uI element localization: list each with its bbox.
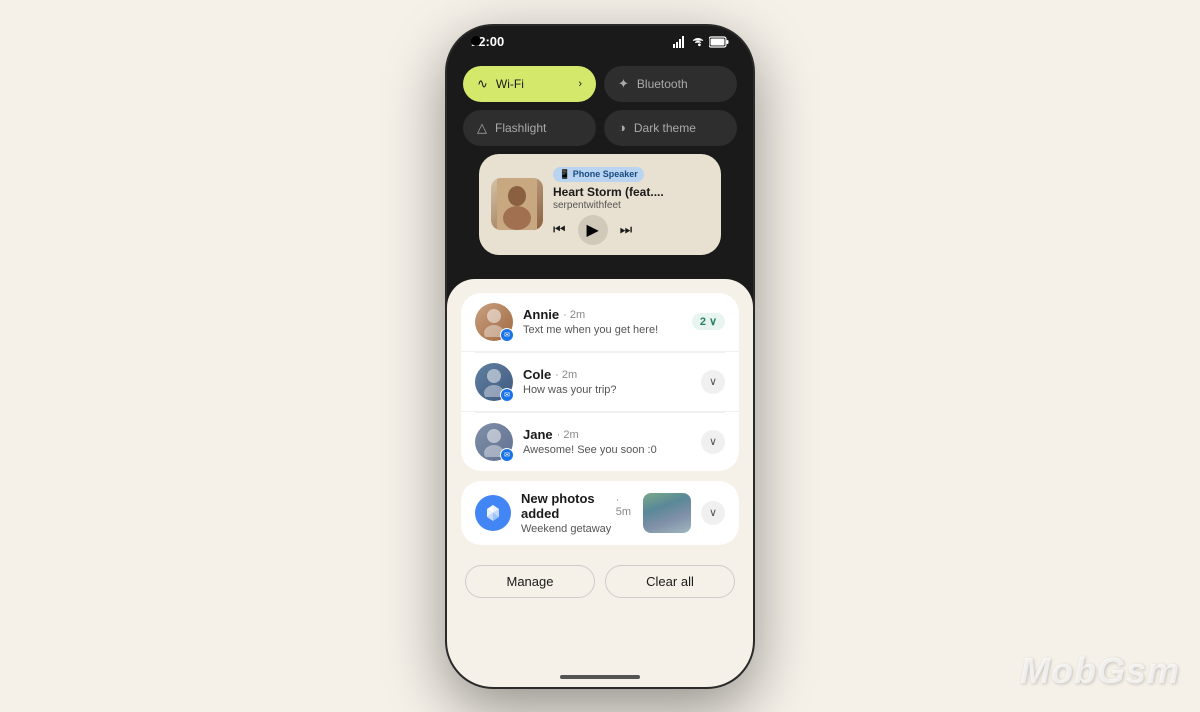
- jane-app-badge: ✉: [500, 448, 514, 462]
- annie-message: Text me when you get here!: [523, 324, 682, 336]
- photos-thumbnail: [643, 493, 691, 533]
- clear-all-button[interactable]: Clear all: [605, 565, 735, 598]
- bluetooth-tile-label: Bluetooth: [637, 77, 688, 91]
- wifi-tile-icon: ∿: [477, 76, 488, 92]
- jane-expand-button[interactable]: ∨: [701, 430, 725, 454]
- cole-message: How was your trip?: [523, 384, 691, 396]
- cole-name: Cole: [523, 367, 551, 382]
- annie-badge-chevron: ∨: [709, 315, 717, 328]
- camera-hole: [471, 36, 481, 46]
- jane-time: · 2m: [557, 429, 579, 441]
- watermark: MobGsm: [1020, 650, 1180, 692]
- cole-expand-button[interactable]: ∨: [701, 370, 725, 394]
- avatar-cole: ✉: [475, 363, 513, 401]
- photos-notif-content: New photos added · 5m Weekend getaway: [521, 491, 633, 535]
- notification-shade: ✉ Annie · 2m Text me when you get here! …: [447, 279, 753, 687]
- wifi-tile-chevron: ›: [578, 78, 582, 90]
- media-controls: ⏮ ▶ ⏭: [553, 215, 709, 245]
- jane-message: Awesome! See you soon :0: [523, 444, 691, 456]
- notification-annie[interactable]: ✉ Annie · 2m Text me when you get here! …: [461, 293, 739, 352]
- media-album-art: [491, 178, 543, 230]
- jane-badge-icon: ✉: [504, 451, 510, 459]
- album-art-svg: [497, 178, 537, 230]
- photos-notification[interactable]: New photos added · 5m Weekend getaway ∨: [461, 481, 739, 545]
- notification-actions: Manage Clear all: [461, 555, 739, 602]
- photos-thumb-visual: [643, 493, 691, 533]
- media-title: Heart Storm (feat....: [553, 185, 709, 199]
- media-player: 📱 Phone Speaker Heart Storm (feat.... se…: [479, 154, 721, 255]
- photos-notif-header: New photos added · 5m: [521, 491, 633, 521]
- flashlight-tile-icon: △: [477, 120, 487, 136]
- play-icon: ▶: [586, 220, 598, 240]
- message-badge-icon: ✉: [504, 331, 510, 339]
- signal-icon: [673, 36, 687, 48]
- photos-time: · 5m: [616, 494, 633, 518]
- photos-expand-button[interactable]: ∨: [701, 501, 725, 525]
- wifi-tile[interactable]: ∿ Wi-Fi ›: [463, 66, 596, 102]
- media-play-button[interactable]: ▶: [578, 215, 608, 245]
- media-prev-button[interactable]: ⏮: [553, 221, 566, 238]
- cole-notif-content: Cole · 2m How was your trip?: [523, 367, 691, 396]
- phone-icon: 📱: [559, 169, 570, 179]
- qs-row-2: △ Flashlight ◑ Dark theme: [463, 110, 737, 146]
- annie-time: · 2m: [563, 309, 585, 321]
- flashlight-tile[interactable]: △ Flashlight: [463, 110, 596, 146]
- bluetooth-tile[interactable]: ✦ Bluetooth: [604, 66, 737, 102]
- dark-theme-tile-icon: ◑: [618, 120, 626, 135]
- quick-settings-panel: ∿ Wi-Fi › ✦ Bluetooth △ Flashlight ◑ Dar…: [447, 58, 753, 279]
- media-source-badge: 📱 Phone Speaker: [553, 167, 644, 182]
- wifi-status-icon: [691, 36, 705, 48]
- photos-subtitle: Weekend getaway: [521, 523, 633, 535]
- photos-app-icon: [475, 495, 511, 531]
- cole-notif-header: Cole · 2m: [523, 367, 691, 382]
- bluetooth-tile-icon: ✦: [618, 76, 629, 92]
- annie-count: 2: [700, 316, 706, 328]
- manage-button[interactable]: Manage: [465, 565, 595, 598]
- flashlight-tile-label: Flashlight: [495, 121, 546, 135]
- home-indicator[interactable]: [560, 675, 640, 679]
- dark-theme-tile-label: Dark theme: [634, 121, 696, 135]
- media-next-button[interactable]: ⏭: [620, 221, 633, 238]
- status-bar: 12:00: [447, 26, 753, 58]
- dark-theme-tile[interactable]: ◑ Dark theme: [604, 110, 737, 146]
- phone-screen: 12:00: [447, 26, 753, 687]
- photos-notification-group: New photos added · 5m Weekend getaway ∨: [461, 481, 739, 545]
- wifi-tile-label: Wi-Fi: [496, 77, 524, 91]
- phone-device: 12:00: [445, 24, 755, 689]
- cole-badge-icon: ✉: [504, 391, 510, 399]
- photos-title: New photos added: [521, 491, 612, 521]
- notification-cole[interactable]: ✉ Cole · 2m How was your trip? ∨: [461, 353, 739, 412]
- media-info: 📱 Phone Speaker Heart Storm (feat.... se…: [553, 164, 709, 245]
- photos-icon-svg: [482, 502, 504, 524]
- notification-jane[interactable]: ✉ Jane · 2m Awesome! See you soon :0 ∨: [461, 413, 739, 471]
- avatar-annie: ✉: [475, 303, 513, 341]
- status-icons: [673, 36, 729, 48]
- jane-notif-content: Jane · 2m Awesome! See you soon :0: [523, 427, 691, 456]
- messages-notification-group: ✉ Annie · 2m Text me when you get here! …: [461, 293, 739, 471]
- annie-count-badge[interactable]: 2 ∨: [692, 313, 725, 330]
- annie-app-badge: ✉: [500, 328, 514, 342]
- qs-row-1: ∿ Wi-Fi › ✦ Bluetooth: [463, 66, 737, 102]
- annie-notif-header: Annie · 2m: [523, 307, 682, 322]
- annie-name: Annie: [523, 307, 559, 322]
- battery-icon: [709, 36, 729, 48]
- media-source-label: Phone Speaker: [573, 169, 638, 179]
- cole-app-badge: ✉: [500, 388, 514, 402]
- jane-name: Jane: [523, 427, 553, 442]
- cole-time: · 2m: [555, 369, 577, 381]
- media-art-visual: [491, 178, 543, 230]
- annie-notif-content: Annie · 2m Text me when you get here!: [523, 307, 682, 336]
- media-artist: serpentwithfeet: [553, 200, 709, 211]
- avatar-jane: ✉: [475, 423, 513, 461]
- jane-notif-header: Jane · 2m: [523, 427, 691, 442]
